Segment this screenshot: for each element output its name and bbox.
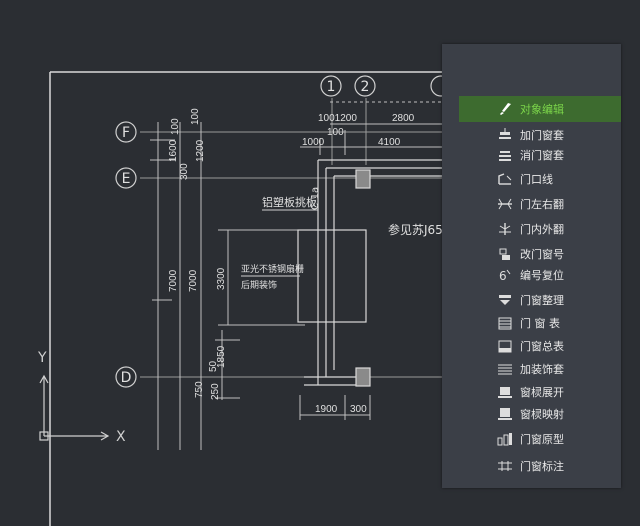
dim-v7000a: 7000 (168, 269, 179, 292)
menu-item-label: 加门窗套 (520, 129, 564, 142)
dim-v750: 750 (194, 381, 205, 398)
remove-window-trim-icon (496, 146, 514, 164)
organize-icon (496, 291, 514, 309)
menu-item-label: 门窗标注 (520, 460, 564, 473)
door-line-icon (496, 170, 514, 188)
dim-300: 300 (350, 404, 367, 415)
menu-item-label: 门窗整理 (520, 294, 564, 307)
grid-bubble-1: 1 (327, 79, 336, 95)
rename-icon (496, 245, 514, 263)
decorative-trim-icon (496, 360, 514, 378)
dim-v3300: 3300 (216, 267, 227, 290)
menu-item-label: 改门窗号 (520, 248, 564, 261)
menu-item-label: 门左右翻 (520, 198, 564, 211)
grid-bubble-2: 2 (361, 79, 370, 95)
menu-item-label: 门 窗 表 (520, 317, 560, 330)
label-note1: 亚光不锈钢扇栅 (241, 263, 304, 275)
ucs-y-label: Y (37, 350, 47, 366)
menu-item-13[interactable]: 窗棂映射 (442, 401, 621, 427)
dimension-icon (496, 457, 514, 475)
menu-item-label: 门窗总表 (520, 340, 564, 353)
label-ref: 参见苏J65 (388, 222, 443, 237)
dim-v1200: 1200 (195, 139, 206, 162)
dim-1000: 1000 (302, 137, 325, 148)
ucs-x-label: X (116, 429, 126, 445)
mullion-map-icon (496, 405, 514, 423)
grid-bubble-f: F (122, 125, 130, 141)
menu-item-label: 窗棂展开 (520, 386, 564, 399)
dim-v1600: 1600 (168, 139, 179, 162)
menu-item-label: 门口线 (520, 173, 553, 186)
summary-table-icon (496, 337, 514, 355)
prototype-icon (496, 430, 514, 448)
menu-item-label: 编号复位 (520, 269, 564, 282)
menu-item-15[interactable]: 门窗标注 (442, 453, 621, 479)
reset-number-icon: 6 (496, 266, 514, 284)
menu-item-4[interactable]: 门左右翻 (442, 191, 621, 217)
door-window-context-menu: 对象编辑加门窗套消门窗套门口线门左右翻门内外翻改门窗号 6 编号复位门窗整理门 窗 … (442, 44, 621, 488)
dim-100: 100 (327, 127, 344, 138)
menu-item-label: 对象编辑 (520, 103, 564, 116)
label-note2: 后期装饰 (241, 279, 277, 291)
grid-bubble-d: D (121, 370, 132, 386)
menu-item-label: 门窗原型 (520, 433, 564, 446)
label-panel: 铝塑板挑板 (262, 195, 317, 209)
flip-horizontal-icon (496, 195, 514, 213)
dim-v250: 250 (210, 383, 221, 400)
dim-2800: 2800 (392, 113, 415, 124)
dim-1900: 1900 (315, 404, 338, 415)
menu-item-label: 门内外翻 (520, 223, 564, 236)
svg-text:6: 6 (499, 269, 507, 282)
menu-item-label: 消门窗套 (520, 149, 564, 162)
dim-v7000b: 7000 (188, 269, 199, 292)
menu-item-0[interactable]: 对象编辑 (459, 96, 621, 122)
flip-vertical-icon (496, 220, 514, 238)
menu-item-label: 窗棂映射 (520, 408, 564, 421)
menu-item-label: 加装饰套 (520, 363, 564, 376)
brush-icon (496, 100, 514, 118)
dim-v100b: 100 (190, 108, 201, 125)
menu-item-3[interactable]: 门口线 (442, 166, 621, 192)
grid-bubble-e: E (122, 171, 131, 187)
menu-item-14[interactable]: 门窗原型 (442, 426, 621, 452)
menu-item-5[interactable]: 门内外翻 (442, 216, 621, 242)
mullion-unfold-icon (496, 383, 514, 401)
dim-1001200: 1001200 (318, 113, 357, 124)
dim-v100a: 100 (170, 118, 181, 135)
dim-v300: 300 (179, 163, 190, 180)
table-icon (496, 314, 514, 332)
dim-v50: 50 (208, 360, 219, 372)
menu-item-7[interactable]: 6 编号复位 (442, 262, 621, 288)
menu-item-2[interactable]: 消门窗套 (442, 142, 621, 168)
dim-4100: 4100 (378, 137, 401, 148)
